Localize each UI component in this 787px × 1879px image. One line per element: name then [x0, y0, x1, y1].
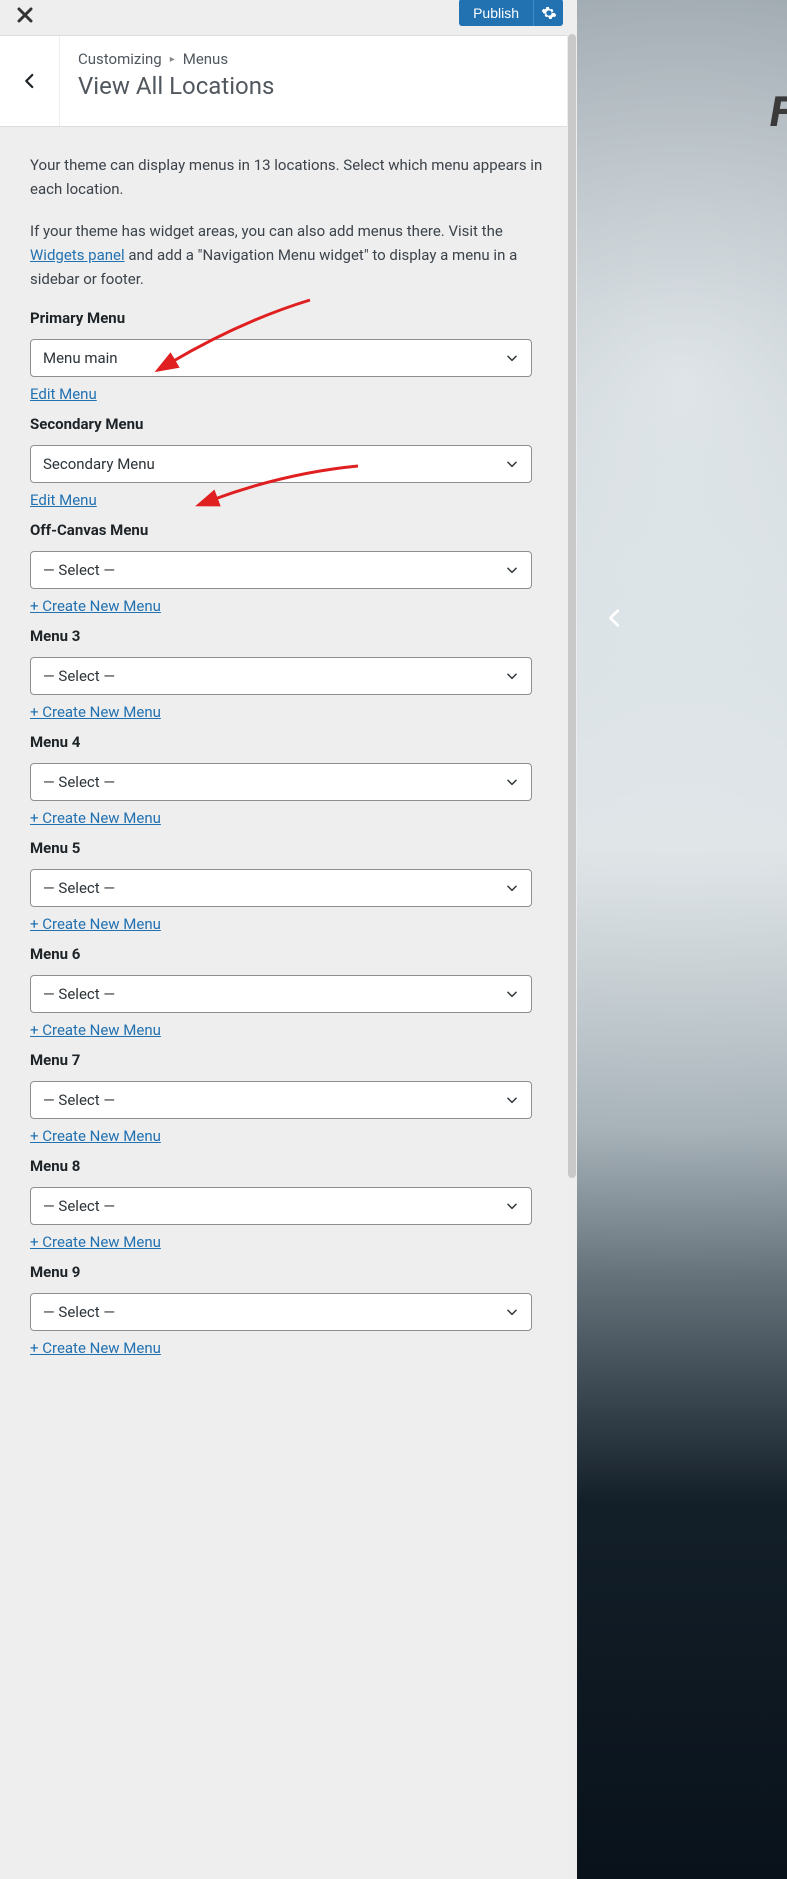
chevron-down-icon — [505, 563, 519, 577]
panel-body: Your theme can display menus in 13 locat… — [0, 127, 577, 1879]
panel-scrollbar[interactable] — [567, 34, 577, 1879]
site-preview: F — [577, 0, 787, 1879]
menu-location-label: Menu 6 — [30, 945, 547, 963]
create-menu-link[interactable]: + Create New Menu — [30, 809, 161, 827]
intro-paragraph-1: Your theme can display menus in 13 locat… — [30, 153, 547, 201]
menu-location: Menu 7 — Select — + Create New Menu — [30, 1051, 547, 1145]
select-value: — Select — — [43, 985, 115, 1003]
select-value: — Select — — [43, 1197, 115, 1215]
back-button[interactable] — [0, 36, 60, 126]
menu-location-select[interactable]: — Select — — [30, 551, 532, 589]
select-value: — Select — — [43, 561, 115, 579]
panel-header: Customizing ▸ Menus View All Locations — [0, 35, 577, 127]
preview-logo-text: F — [770, 88, 787, 137]
page-title: View All Locations — [78, 72, 274, 100]
edit-menu-link[interactable]: Edit Menu — [30, 385, 97, 403]
widgets-panel-link[interactable]: Widgets panel — [30, 246, 125, 264]
menu-location-label: Menu 4 — [30, 733, 547, 751]
chevron-down-icon — [505, 987, 519, 1001]
menu-location: Menu 9 — Select — + Create New Menu — [30, 1263, 547, 1357]
create-menu-link[interactable]: + Create New Menu — [30, 915, 161, 933]
chevron-down-icon — [505, 351, 519, 365]
preview-prev-button[interactable] — [597, 600, 633, 636]
menu-location-label: Primary Menu — [30, 309, 547, 327]
intro-text: Your theme can display menus in 13 locat… — [30, 153, 547, 291]
menu-location-select[interactable]: — Select — — [30, 1081, 532, 1119]
select-value: — Select — — [43, 773, 115, 791]
create-menu-link[interactable]: + Create New Menu — [30, 1127, 161, 1145]
create-menu-link[interactable]: + Create New Menu — [30, 1021, 161, 1039]
select-value: — Select — — [43, 879, 115, 897]
publish-group: Publish — [459, 0, 563, 26]
customizer-panel: Publish Customizing ▸ Menus View All Loc… — [0, 0, 577, 1879]
chevron-down-icon — [505, 1305, 519, 1319]
select-value: — Select — — [43, 1303, 115, 1321]
close-button[interactable] — [10, 0, 40, 30]
menu-location-select[interactable]: — Select — — [30, 657, 532, 695]
menu-location-label: Menu 3 — [30, 627, 547, 645]
chevron-down-icon — [505, 775, 519, 789]
menu-location: Menu 5 — Select — + Create New Menu — [30, 839, 547, 933]
intro-paragraph-2: If your theme has widget areas, you can … — [30, 219, 547, 291]
chevron-down-icon — [505, 881, 519, 895]
menu-location-label: Menu 5 — [30, 839, 547, 857]
menu-location-select[interactable]: Menu main — [30, 339, 532, 377]
menu-location-label: Menu 7 — [30, 1051, 547, 1069]
menu-location-label: Secondary Menu — [30, 415, 547, 433]
chevron-down-icon — [505, 457, 519, 471]
menu-location: Menu 4 — Select — + Create New Menu — [30, 733, 547, 827]
close-icon — [17, 7, 33, 23]
chevron-down-icon — [505, 669, 519, 683]
menu-location-select[interactable]: — Select — — [30, 869, 532, 907]
menu-location: Primary Menu Menu main Edit Menu — [30, 309, 547, 403]
menu-location: Menu 8 — Select — + Create New Menu — [30, 1157, 547, 1251]
chevron-down-icon — [505, 1199, 519, 1213]
breadcrumb: Customizing ▸ Menus — [78, 50, 274, 68]
menu-location-label: Off-Canvas Menu — [30, 521, 547, 539]
menu-location-select[interactable]: — Select — — [30, 1293, 532, 1331]
header-text: Customizing ▸ Menus View All Locations — [60, 36, 292, 126]
create-menu-link[interactable]: + Create New Menu — [30, 703, 161, 721]
menu-location-select[interactable]: — Select — — [30, 1187, 532, 1225]
breadcrumb-current: Menus — [183, 50, 228, 68]
select-value: — Select — — [43, 1091, 115, 1109]
publish-button[interactable]: Publish — [459, 0, 533, 26]
menu-location: Secondary Menu Secondary Menu Edit Menu — [30, 415, 547, 509]
breadcrumb-separator-icon: ▸ — [170, 54, 175, 65]
panel-scrollbar-thumb[interactable] — [568, 34, 576, 1178]
menu-location: Menu 6 — Select — + Create New Menu — [30, 945, 547, 1039]
select-value: Secondary Menu — [43, 455, 155, 473]
menu-location: Menu 3 — Select — + Create New Menu — [30, 627, 547, 721]
chevron-left-icon — [604, 607, 626, 629]
select-value: — Select — — [43, 667, 115, 685]
gear-icon — [541, 5, 557, 21]
preview-hero-image — [577, 0, 787, 1879]
breadcrumb-root: Customizing — [78, 50, 162, 68]
create-menu-link[interactable]: + Create New Menu — [30, 1339, 161, 1357]
create-menu-link[interactable]: + Create New Menu — [30, 1233, 161, 1251]
topbar: Publish — [0, 0, 577, 35]
publish-settings-button[interactable] — [533, 0, 563, 26]
menu-location-select[interactable]: — Select — — [30, 763, 532, 801]
menu-location-select[interactable]: — Select — — [30, 975, 532, 1013]
menu-location-label: Menu 8 — [30, 1157, 547, 1175]
menu-location: Off-Canvas Menu — Select — + Create New Me… — [30, 521, 547, 615]
menu-location-select[interactable]: Secondary Menu — [30, 445, 532, 483]
chevron-left-icon — [21, 72, 39, 90]
chevron-down-icon — [505, 1093, 519, 1107]
select-value: Menu main — [43, 349, 118, 367]
create-menu-link[interactable]: + Create New Menu — [30, 597, 161, 615]
edit-menu-link[interactable]: Edit Menu — [30, 491, 97, 509]
menu-location-label: Menu 9 — [30, 1263, 547, 1281]
